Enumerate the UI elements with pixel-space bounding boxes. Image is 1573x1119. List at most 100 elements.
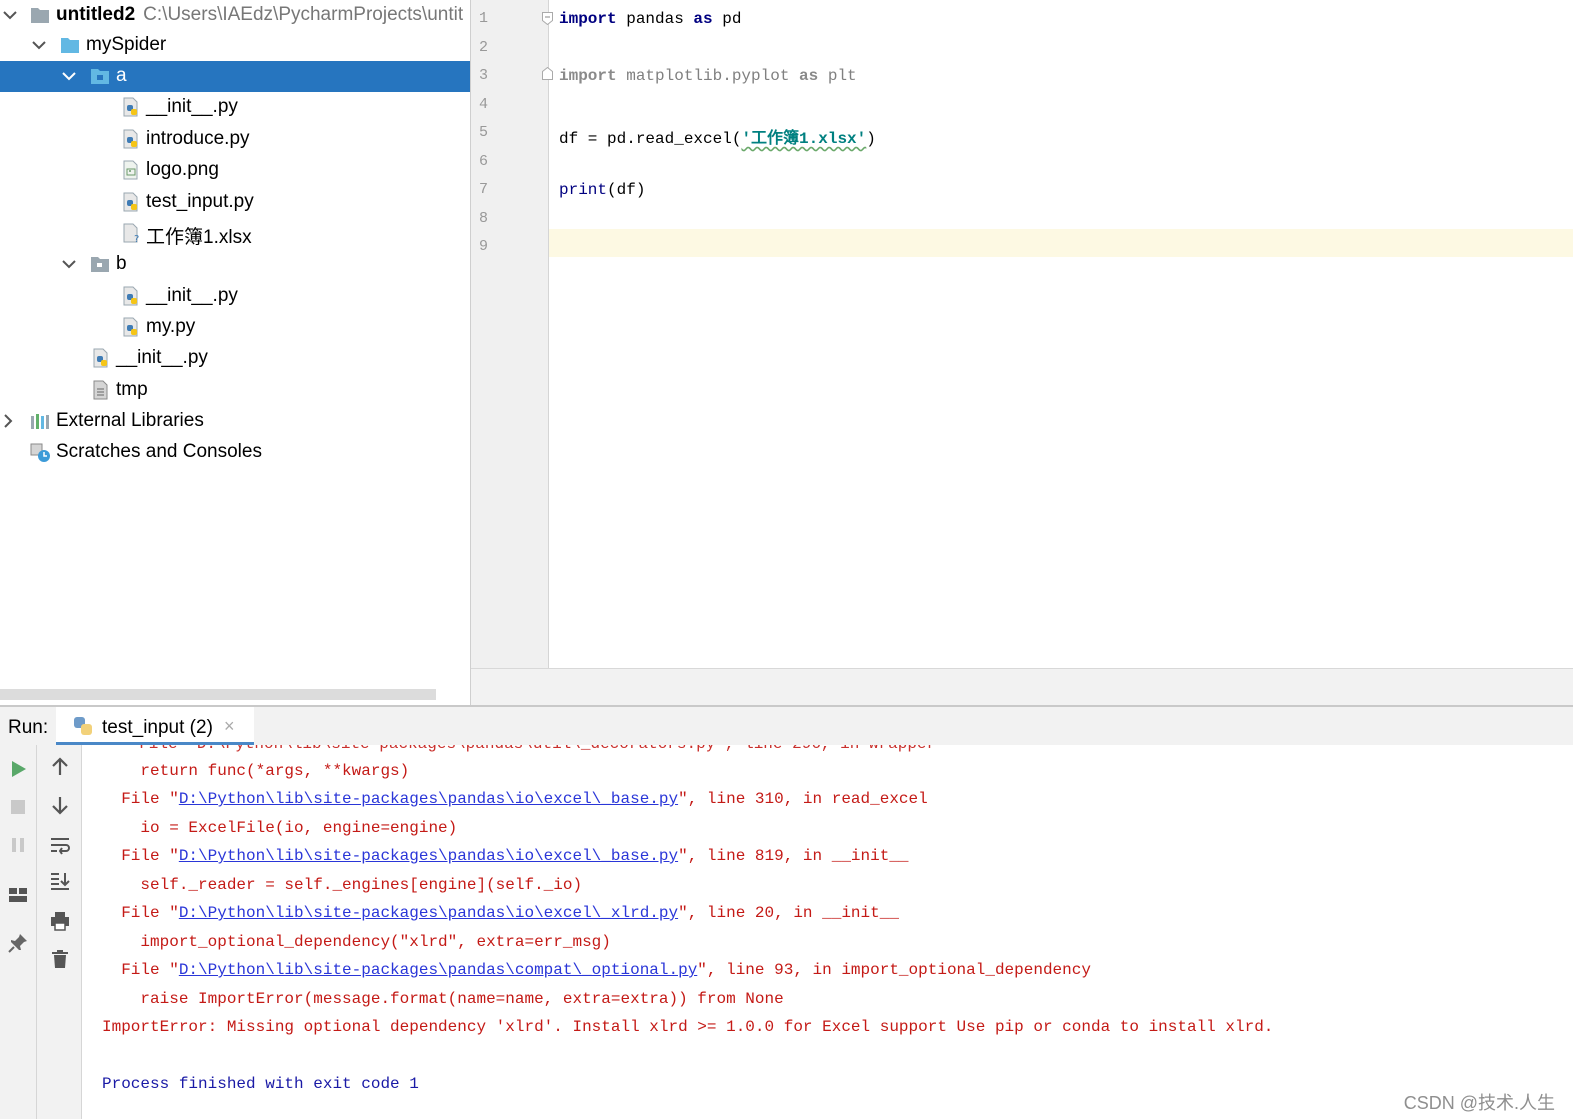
fold-marker-icon[interactable] — [542, 12, 553, 26]
chevron-down-icon[interactable] — [31, 37, 47, 53]
console-code-line: self._reader = self._engines[engine](sel… — [102, 876, 583, 894]
console-file-line: File "D:\Python\lib\site-packages\pandas… — [102, 904, 899, 922]
scroll-to-end-icon[interactable] — [48, 869, 72, 893]
trash-icon[interactable] — [48, 947, 72, 971]
console-exit-line: Process finished with exit code 1 — [102, 1075, 419, 1093]
soft-wrap-icon[interactable] — [48, 833, 72, 857]
python-file-icon — [121, 97, 141, 117]
tree-item-label: b — [116, 253, 127, 274]
run-toolbar-primary — [0, 745, 37, 1119]
code-line-1: import pandas as pd — [559, 10, 742, 28]
run-tab-label: test_input (2) — [102, 717, 213, 738]
line-number: 2 — [479, 39, 489, 56]
console-line-cut: File "D:\Python\lib\site-packages\pandas… — [120, 745, 936, 753]
tree-item-my-py[interactable]: my.py — [0, 312, 470, 343]
editor-breadcrumb-bar — [471, 668, 1573, 706]
tree-item-label: External Libraries — [56, 410, 204, 431]
image-file-icon — [121, 160, 141, 180]
code-line-7: print(df) — [559, 181, 646, 199]
project-tool-window: untitled2 C:\Users\IAEdz\PycharmProjects\… — [0, 0, 470, 705]
layout-icon[interactable] — [6, 883, 30, 907]
tree-root-untitled2[interactable]: untitled2 C:\Users\IAEdz\PycharmProjects\… — [0, 0, 470, 31]
line-number: 7 — [479, 181, 489, 198]
console-output[interactable]: File "D:\Python\lib\site-packages\pandas… — [84, 745, 1573, 1119]
traceback-link[interactable]: D:\Python\lib\site-packages\pandas\io\ex… — [179, 847, 678, 865]
line-number: 1 — [479, 10, 489, 27]
run-tool-window: Run: test_input (2) × return func(*args,… — [0, 705, 1573, 1119]
tree-item-a-init-py[interactable]: __init__.py — [0, 92, 470, 123]
libraries-icon — [30, 411, 50, 431]
tree-item-label: __init__.py — [116, 347, 208, 368]
python-file-icon — [121, 317, 141, 337]
stop-icon[interactable] — [6, 795, 30, 819]
line-number: 5 — [479, 124, 489, 141]
code-line-5: df = pd.read_excel('工作簿1.xlsx') — [559, 130, 876, 148]
tree-item-a[interactable]: a — [0, 61, 470, 92]
svg-text:?: ? — [134, 234, 139, 243]
project-path: C:\Users\IAEdz\PycharmProjects\untit — [143, 4, 464, 25]
python-file-icon — [121, 286, 141, 306]
run-label: Run: — [8, 717, 49, 738]
traceback-link[interactable]: D:\Python\lib\site-packages\pandas\io\ex… — [179, 904, 678, 922]
run-header: Run: test_input (2) × — [0, 707, 1573, 745]
folder-icon — [60, 35, 80, 55]
chevron-down-icon[interactable] — [2, 7, 18, 23]
folder-icon — [90, 254, 110, 274]
code-editor[interactable]: 1 2 3 4 5 6 7 8 9 import pandas as pd im… — [471, 0, 1573, 706]
tree-item-logo-png[interactable]: logo.png — [0, 155, 470, 186]
arrow-down-icon[interactable] — [48, 793, 72, 817]
tree-item-tmp[interactable]: tmp — [0, 375, 470, 406]
chevron-down-icon[interactable] — [61, 68, 77, 84]
code-line-3: import matplotlib.pyplot as plt — [559, 67, 857, 85]
tree-item-introduce-py[interactable]: introduce.py — [0, 124, 470, 155]
line-number: 6 — [479, 153, 489, 170]
tree-item-scratches[interactable]: Scratches and Consoles — [0, 437, 470, 468]
tree-item-label: tmp — [116, 379, 148, 400]
line-number: 8 — [479, 210, 489, 227]
project-name: untitled2 — [56, 4, 136, 25]
fold-marker-icon[interactable] — [542, 66, 553, 80]
chevron-right-icon[interactable] — [0, 413, 16, 429]
run-tab-test-input[interactable]: test_input (2) × — [56, 707, 254, 745]
run-toolbar-secondary — [37, 745, 82, 1119]
tree-item-label: __init__.py — [146, 96, 238, 117]
tree-item-b-init-py[interactable]: __init__.py — [0, 281, 470, 312]
folder-icon — [30, 5, 50, 25]
python-run-icon — [72, 715, 94, 737]
tree-item-b[interactable]: b — [0, 249, 470, 280]
pin-icon[interactable] — [6, 931, 30, 955]
tree-item-label: my.py — [146, 316, 196, 337]
rerun-icon[interactable] — [6, 757, 30, 781]
current-line-highlight — [549, 229, 1573, 257]
horizontal-scrollbar[interactable] — [0, 689, 436, 700]
close-icon[interactable]: × — [224, 716, 235, 737]
traceback-link[interactable]: D:\Python\lib\site-packages\pandas\io\ex… — [179, 790, 678, 808]
text-file-icon — [91, 380, 111, 400]
tree-item-myspider-init-py[interactable]: __init__.py — [0, 343, 470, 374]
tree-item-external-libraries[interactable]: External Libraries — [0, 406, 470, 437]
tree-item-label: test_input.py — [146, 191, 254, 212]
tree-item-xlsx[interactable]: ? 工作簿1.xlsx — [0, 218, 470, 249]
console-error-line: ImportError: Missing optional dependency… — [102, 1018, 1274, 1036]
line-number: 4 — [479, 96, 489, 113]
traceback-link[interactable]: D:\Python\lib\site-packages\pandas\compa… — [179, 961, 697, 979]
chevron-down-icon[interactable] — [61, 256, 77, 272]
console-code-line: import_optional_dependency("xlrd", extra… — [102, 933, 611, 951]
pause-icon[interactable] — [6, 833, 30, 857]
python-file-icon — [121, 129, 141, 149]
package-folder-icon — [90, 66, 110, 86]
tree-item-myspider[interactable]: mySpider — [0, 30, 470, 61]
console-file-line: File "D:\Python\lib\site-packages\pandas… — [102, 790, 928, 808]
tree-item-test-input-py[interactable]: test_input.py — [0, 187, 470, 218]
python-file-icon — [121, 192, 141, 212]
tree-item-label: logo.png — [146, 159, 219, 180]
print-icon[interactable] — [48, 909, 72, 933]
console-file-line: File "D:\Python\lib\site-packages\pandas… — [102, 847, 909, 865]
tree-item-label: introduce.py — [146, 128, 250, 149]
console-file-line: File "D:\Python\lib\site-packages\pandas… — [102, 961, 1091, 979]
tree-item-label: __init__.py — [146, 285, 238, 306]
tree-item-label: Scratches and Consoles — [56, 441, 262, 462]
python-file-icon — [91, 348, 111, 368]
unknown-file-icon: ? — [121, 223, 141, 243]
arrow-up-icon[interactable] — [48, 755, 72, 779]
